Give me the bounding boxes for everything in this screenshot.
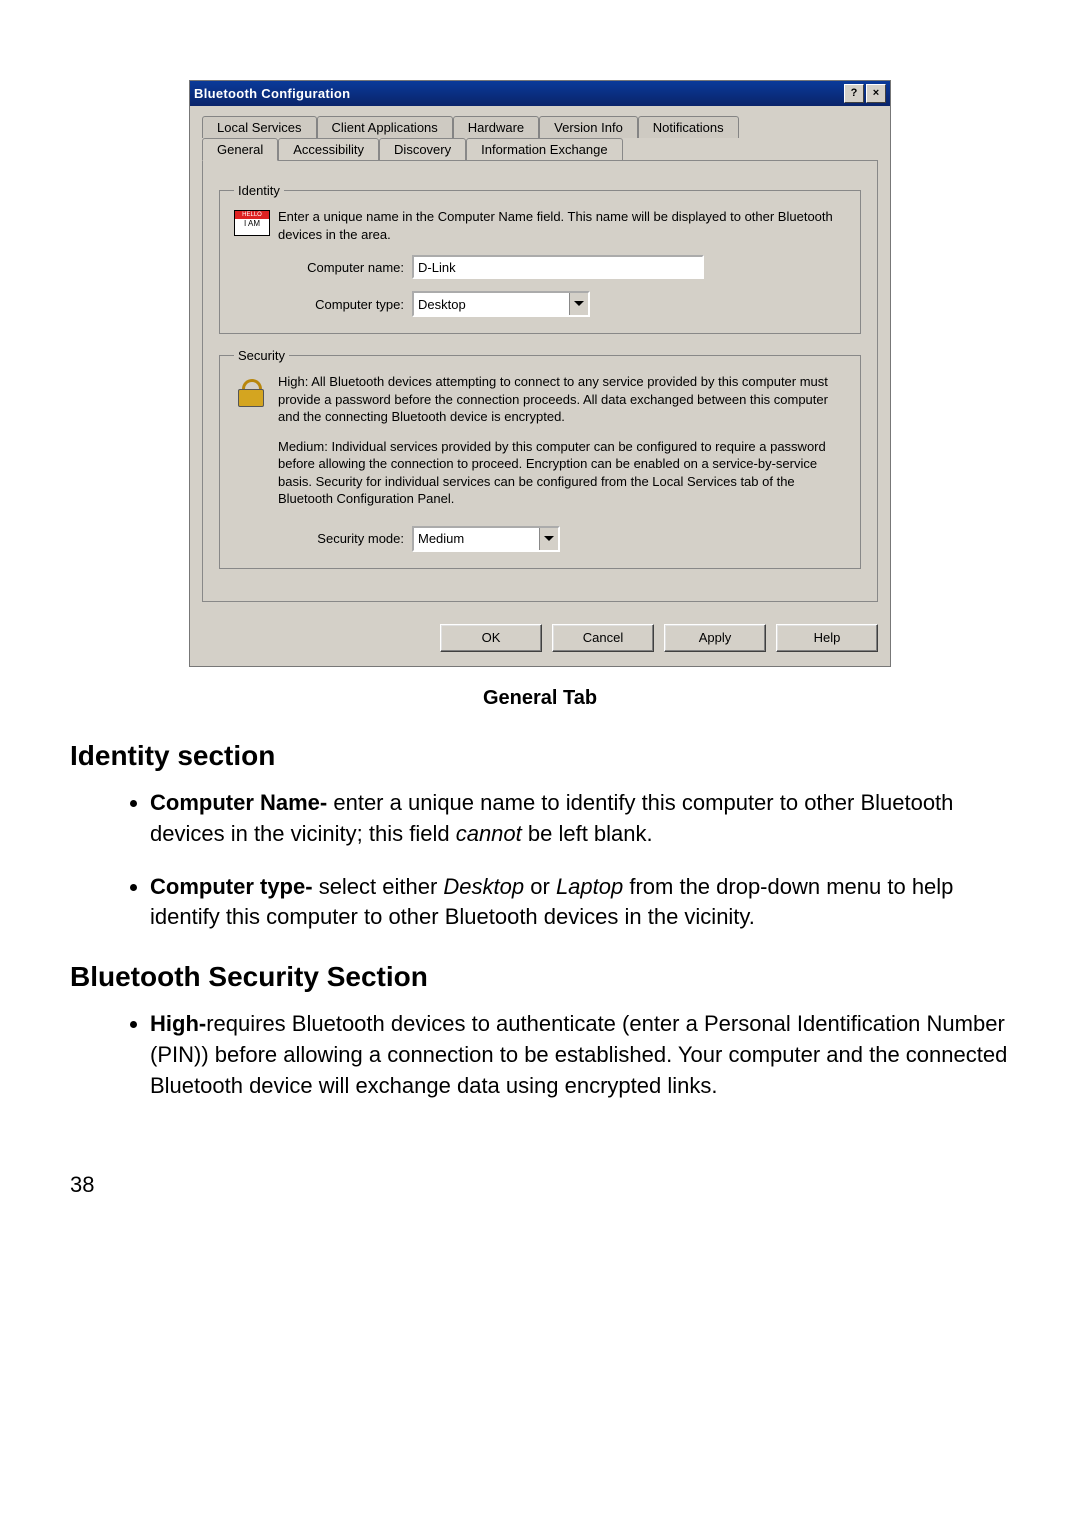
security-medium-desc: Medium: Individual services provided by … xyxy=(278,438,846,508)
page-number: 38 xyxy=(70,1172,1010,1198)
chevron-down-icon[interactable] xyxy=(569,293,588,315)
security-group: Security High: All Bluetooth devices att… xyxy=(219,348,861,569)
cancel-button[interactable]: Cancel xyxy=(552,624,654,652)
security-mode-value: Medium xyxy=(418,531,464,546)
computer-name-label: Computer name: xyxy=(234,260,412,275)
computer-type-label: Computer type: xyxy=(234,297,412,312)
close-icon[interactable]: × xyxy=(866,84,886,103)
security-mode-label: Security mode: xyxy=(234,531,412,546)
window-title: Bluetooth Configuration xyxy=(194,86,842,101)
figure-caption: General Tab xyxy=(70,687,1010,710)
apply-button[interactable]: Apply xyxy=(664,624,766,652)
tab-discovery[interactable]: Discovery xyxy=(379,138,466,160)
chevron-down-icon[interactable] xyxy=(539,528,558,550)
identity-section-heading: Identity section xyxy=(70,740,1010,772)
tab-hardware[interactable]: Hardware xyxy=(453,116,539,138)
list-item: Computer Name- enter a unique name to id… xyxy=(150,788,1010,850)
identity-desc: Enter a unique name in the Computer Name… xyxy=(278,208,846,243)
nametag-icon: I AM xyxy=(234,210,270,236)
tab-accessibility[interactable]: Accessibility xyxy=(278,138,379,160)
tab-local-services[interactable]: Local Services xyxy=(202,116,317,138)
computer-type-value: Desktop xyxy=(418,297,466,312)
tab-version-info[interactable]: Version Info xyxy=(539,116,638,138)
computer-name-input[interactable]: D-Link xyxy=(412,255,704,279)
security-legend: Security xyxy=(234,348,289,363)
tab-row-back: Local Services Client Applications Hardw… xyxy=(202,116,878,138)
computer-type-select[interactable]: Desktop xyxy=(412,291,590,317)
security-bullet-list: High-requires Bluetooth devices to authe… xyxy=(70,1009,1010,1101)
lock-icon xyxy=(234,375,266,407)
help-icon[interactable]: ? xyxy=(844,84,864,103)
security-high-desc: High: All Bluetooth devices attempting t… xyxy=(278,373,846,426)
tab-body-general: Identity I AM Enter a unique name in the… xyxy=(202,160,878,602)
identity-legend: Identity xyxy=(234,183,284,198)
titlebar[interactable]: Bluetooth Configuration ? × xyxy=(190,81,890,106)
bluetooth-config-dialog: Bluetooth Configuration ? × Local Servic… xyxy=(189,80,891,667)
tab-notifications[interactable]: Notifications xyxy=(638,116,739,138)
tab-information-exchange[interactable]: Information Exchange xyxy=(466,138,622,160)
ok-button[interactable]: OK xyxy=(440,624,542,652)
tab-client-applications[interactable]: Client Applications xyxy=(317,116,453,138)
identity-group: Identity I AM Enter a unique name in the… xyxy=(219,183,861,334)
security-section-heading: Bluetooth Security Section xyxy=(70,961,1010,993)
list-item: High-requires Bluetooth devices to authe… xyxy=(150,1009,1010,1101)
identity-bullet-list: Computer Name- enter a unique name to id… xyxy=(70,788,1010,933)
list-item: Computer type- select either Desktop or … xyxy=(150,872,1010,934)
help-button[interactable]: Help xyxy=(776,624,878,652)
tab-row-front: General Accessibility Discovery Informat… xyxy=(202,138,878,160)
tab-general[interactable]: General xyxy=(202,138,278,161)
dialog-button-bar: OK Cancel Apply Help xyxy=(190,614,890,666)
security-mode-select[interactable]: Medium xyxy=(412,526,560,552)
